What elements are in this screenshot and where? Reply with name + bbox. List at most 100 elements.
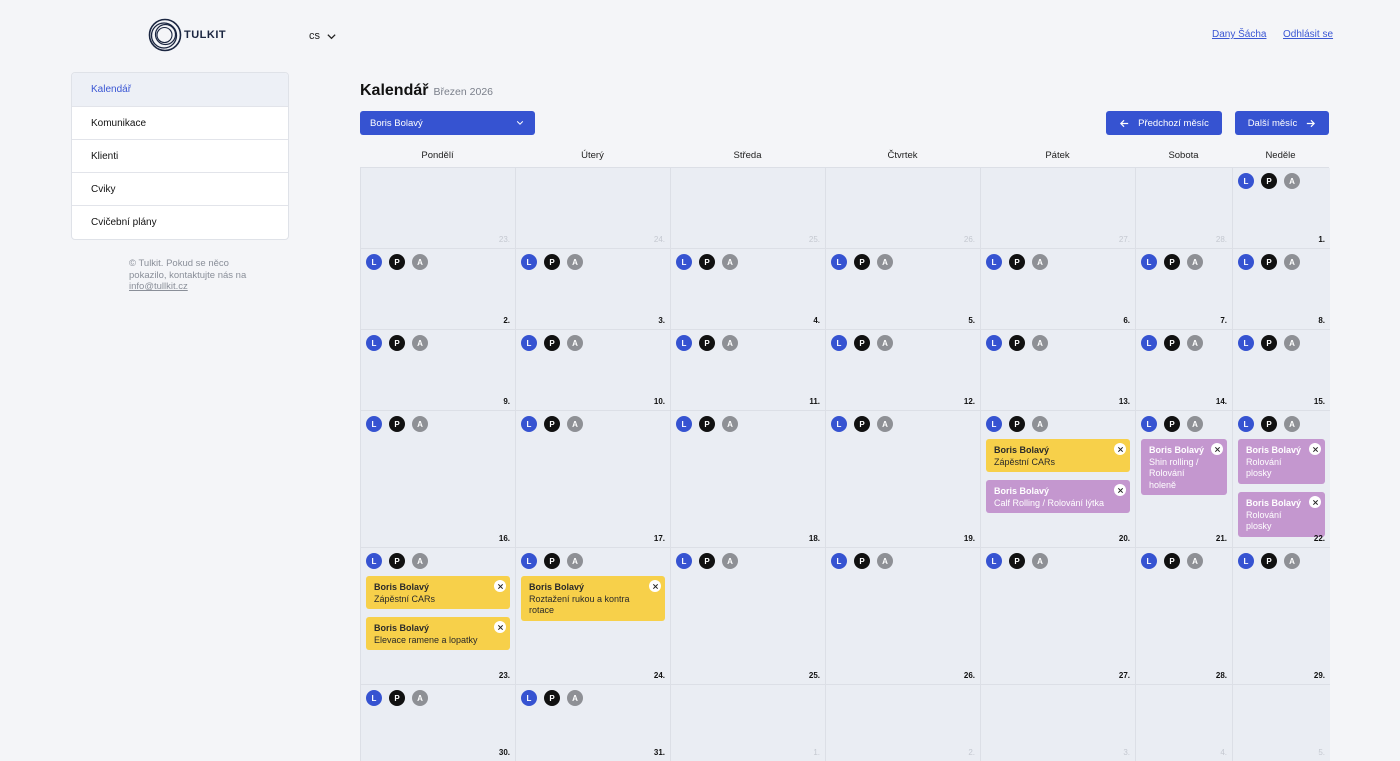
day-badge-a[interactable]: A: [1187, 553, 1203, 569]
calendar-day-cell[interactable]: L P A 10.: [516, 330, 671, 411]
day-badge-l[interactable]: L: [676, 335, 692, 351]
calendar-day-cell[interactable]: 26.: [826, 168, 981, 249]
day-badge-l[interactable]: L: [986, 335, 1002, 351]
day-badge-l[interactable]: L: [366, 335, 382, 351]
day-badge-p[interactable]: P: [1261, 335, 1277, 351]
day-badge-l[interactable]: L: [1238, 416, 1254, 432]
calendar-day-cell[interactable]: 27.: [981, 168, 1136, 249]
day-badge-a[interactable]: A: [722, 335, 738, 351]
previous-month-button[interactable]: Předchozí měsíc: [1106, 111, 1222, 135]
calendar-day-cell[interactable]: L P A Boris Bolavý Zápěstní CARs Boris Bolavý…: [361, 548, 516, 685]
calendar-day-cell[interactable]: L P A 19.: [826, 411, 981, 548]
day-badge-l[interactable]: L: [676, 254, 692, 270]
day-badge-p[interactable]: P: [389, 335, 405, 351]
calendar-day-cell[interactable]: L P A 14.: [1136, 330, 1233, 411]
day-badge-p[interactable]: P: [1164, 335, 1180, 351]
day-badge-p[interactable]: P: [854, 416, 870, 432]
day-badge-a[interactable]: A: [1284, 173, 1300, 189]
calendar-day-cell[interactable]: L P A 18.: [671, 411, 826, 548]
day-badge-l[interactable]: L: [831, 553, 847, 569]
day-badge-l[interactable]: L: [676, 416, 692, 432]
day-badge-p[interactable]: P: [1261, 553, 1277, 569]
calendar-event[interactable]: Boris Bolavý Zápěstní CARs: [366, 576, 510, 609]
day-badge-l[interactable]: L: [521, 335, 537, 351]
day-badge-p[interactable]: P: [699, 335, 715, 351]
calendar-day-cell[interactable]: L P A 17.: [516, 411, 671, 548]
day-badge-p[interactable]: P: [1261, 416, 1277, 432]
day-badge-p[interactable]: P: [389, 254, 405, 270]
calendar-day-cell[interactable]: 23.: [361, 168, 516, 249]
day-badge-p[interactable]: P: [389, 553, 405, 569]
calendar-day-cell[interactable]: L P A 11.: [671, 330, 826, 411]
day-badge-l[interactable]: L: [1238, 173, 1254, 189]
calendar-day-cell[interactable]: L P A Boris Bolavý Shin rolling / Rolování h…: [1136, 411, 1233, 548]
day-badge-l[interactable]: L: [1141, 254, 1157, 270]
calendar-day-cell[interactable]: L P A 31.: [516, 685, 671, 761]
calendar-day-cell[interactable]: L P A Boris Bolavý Rolování plosky Boris Bola…: [1233, 411, 1330, 548]
calendar-day-cell[interactable]: L P A 12.: [826, 330, 981, 411]
calendar-event[interactable]: Boris Bolavý Rolování plosky: [1238, 439, 1325, 484]
day-badge-a[interactable]: A: [412, 416, 428, 432]
language-select[interactable]: cs: [309, 30, 337, 42]
calendar-event[interactable]: Boris Bolavý Roztažení rukou a kontra rot…: [521, 576, 665, 621]
day-badge-a[interactable]: A: [412, 335, 428, 351]
day-badge-l[interactable]: L: [831, 335, 847, 351]
calendar-event[interactable]: Boris Bolavý Shin rolling / Rolování hole…: [1141, 439, 1227, 495]
calendar-day-cell[interactable]: L P A Boris Bolavý Roztažení rukou a kontra …: [516, 548, 671, 685]
calendar-day-cell[interactable]: L P A 15.: [1233, 330, 1330, 411]
day-badge-l[interactable]: L: [986, 553, 1002, 569]
remove-event-icon[interactable]: [1114, 484, 1126, 496]
day-badge-p[interactable]: P: [1009, 254, 1025, 270]
calendar-day-cell[interactable]: 4.: [1136, 685, 1233, 761]
calendar-day-cell[interactable]: L P A 27.: [981, 548, 1136, 685]
calendar-event[interactable]: Boris Bolavý Elevace ramene a lopatky: [366, 617, 510, 650]
calendar-day-cell[interactable]: L P A 28.: [1136, 548, 1233, 685]
day-badge-p[interactable]: P: [544, 553, 560, 569]
day-badge-l[interactable]: L: [831, 254, 847, 270]
day-badge-a[interactable]: A: [1187, 335, 1203, 351]
day-badge-p[interactable]: P: [1164, 416, 1180, 432]
calendar-day-cell[interactable]: L P A 6.: [981, 249, 1136, 330]
day-badge-l[interactable]: L: [1238, 553, 1254, 569]
day-badge-a[interactable]: A: [722, 254, 738, 270]
calendar-event[interactable]: Boris Bolavý Zápěstní CARs: [986, 439, 1130, 472]
day-badge-p[interactable]: P: [1164, 553, 1180, 569]
day-badge-a[interactable]: A: [1032, 416, 1048, 432]
day-badge-a[interactable]: A: [1284, 254, 1300, 270]
remove-event-icon[interactable]: [1114, 443, 1126, 455]
day-badge-p[interactable]: P: [389, 690, 405, 706]
day-badge-l[interactable]: L: [1238, 254, 1254, 270]
calendar-day-cell[interactable]: L P A 25.: [671, 548, 826, 685]
day-badge-p[interactable]: P: [544, 690, 560, 706]
calendar-day-cell[interactable]: 25.: [671, 168, 826, 249]
day-badge-p[interactable]: P: [854, 553, 870, 569]
user-profile-link[interactable]: Dany Šácha: [1212, 29, 1266, 40]
day-badge-p[interactable]: P: [1009, 335, 1025, 351]
next-month-button[interactable]: Další měsíc: [1235, 111, 1329, 135]
day-badge-p[interactable]: P: [699, 553, 715, 569]
day-badge-a[interactable]: A: [1284, 416, 1300, 432]
day-badge-l[interactable]: L: [831, 416, 847, 432]
remove-event-icon[interactable]: [1211, 443, 1223, 455]
calendar-event[interactable]: Boris Bolavý Rolování plosky: [1238, 492, 1325, 537]
day-badge-p[interactable]: P: [389, 416, 405, 432]
day-badge-a[interactable]: A: [877, 416, 893, 432]
day-badge-l[interactable]: L: [1141, 553, 1157, 569]
day-badge-a[interactable]: A: [1032, 254, 1048, 270]
day-badge-l[interactable]: L: [521, 254, 537, 270]
day-badge-a[interactable]: A: [567, 254, 583, 270]
day-badge-l[interactable]: L: [1141, 416, 1157, 432]
day-badge-p[interactable]: P: [1164, 254, 1180, 270]
calendar-day-cell[interactable]: 5.: [1233, 685, 1330, 761]
day-badge-p[interactable]: P: [854, 335, 870, 351]
day-badge-a[interactable]: A: [412, 254, 428, 270]
day-badge-l[interactable]: L: [366, 690, 382, 706]
calendar-day-cell[interactable]: L P A 26.: [826, 548, 981, 685]
calendar-day-cell[interactable]: L P A 2.: [361, 249, 516, 330]
logo[interactable]: TULKIT: [148, 18, 226, 52]
day-badge-a[interactable]: A: [1187, 416, 1203, 432]
calendar-day-cell[interactable]: L P A 4.: [671, 249, 826, 330]
day-badge-a[interactable]: A: [877, 553, 893, 569]
day-badge-p[interactable]: P: [1261, 173, 1277, 189]
day-badge-l[interactable]: L: [366, 254, 382, 270]
